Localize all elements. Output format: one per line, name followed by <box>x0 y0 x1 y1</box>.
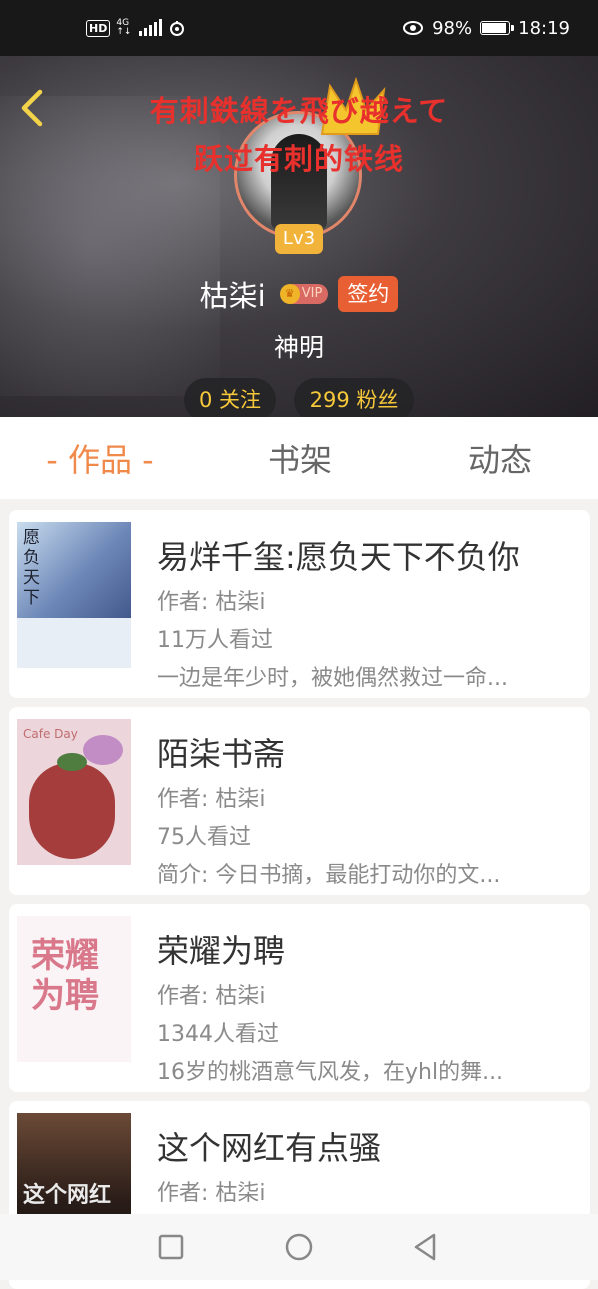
book-summary: 简介: 今日书摘，最能打动你的文... <box>157 863 501 888</box>
book-title: 荣耀为聘 <box>157 932 286 970</box>
book-summary: 一边是年少时，被她偶然救过一命... <box>157 666 508 691</box>
book-views: 11万人看过 <box>157 628 273 653</box>
fans-button[interactable]: 299 粉丝 <box>294 378 414 417</box>
book-author: 作者: 枯柒i <box>157 787 266 812</box>
tab-bookshelf[interactable]: 书架 <box>230 417 370 499</box>
book-card[interactable]: 愿负天下 易烊千玺:愿负天下不负你 作者: 枯柒i 11万人看过 一边是年少时，… <box>9 510 590 698</box>
book-author: 作者: 枯柒i <box>157 984 266 1009</box>
recent-apps-icon[interactable] <box>151 1227 191 1267</box>
book-title: 这个网红有点骚 <box>157 1129 382 1167</box>
signal-icon <box>139 19 163 36</box>
book-title: 陌柒书斋 <box>157 735 286 773</box>
overlay-caption-line2: 跃过有刺的铁线 <box>193 142 404 176</box>
book-cover: 荣耀为聘 <box>17 916 131 1062</box>
home-icon[interactable] <box>279 1227 319 1267</box>
eye-comfort-icon <box>403 21 424 35</box>
book-author: 作者: 枯柒i <box>157 590 266 615</box>
system-nav-bar <box>0 1214 598 1280</box>
tab-works[interactable]: - 作品 - <box>30 417 170 499</box>
cover-text: Cafe Day <box>23 727 78 741</box>
cover-text: 荣耀为聘 <box>31 936 99 1016</box>
tab-bar: - 作品 - 书架 动态 <box>0 417 598 499</box>
cover-text: 这个网红 <box>23 1183 112 1208</box>
user-title: 神明 <box>273 333 324 362</box>
cover-text: 愿负天下 <box>23 528 40 608</box>
nav-back-icon[interactable] <box>406 1227 446 1267</box>
level-badge: Lv3 <box>275 224 323 254</box>
username: 枯柒i <box>199 279 266 313</box>
book-views: 75人看过 <box>157 825 251 850</box>
book-title: 易烊千玺:愿负天下不负你 <box>157 538 520 576</box>
book-author: 作者: 枯柒i <box>157 1181 266 1206</box>
vip-crown-icon: ♛ <box>279 284 300 304</box>
book-cover: Cafe Day <box>17 719 131 865</box>
name-row: 枯柒i ♛ VIP 签约 <box>0 272 598 316</box>
network-type-icon: 4G ↑↓ <box>116 18 132 37</box>
hotspot-icon <box>170 21 185 36</box>
following-button[interactable]: 0 关注 <box>184 378 276 417</box>
signed-badge[interactable]: 签约 <box>338 276 399 312</box>
vip-badge[interactable]: ♛ VIP <box>279 284 329 304</box>
book-card[interactable]: Cafe Day 陌柒书斋 作者: 枯柒i 75人看过 简介: 今日书摘，最能打… <box>9 707 590 895</box>
overlay-caption-line1: 有刺鉄線を飛び越えて <box>149 94 449 128</box>
profile-header: 有刺鉄線を飛び越えて 跃过有刺的铁线 Lv3 枯柒i ♛ VIP 签约 神明 0… <box>0 56 598 417</box>
hd-icon: HD <box>86 19 111 37</box>
clock: 18:19 <box>518 17 570 39</box>
status-left: HD 4G ↑↓ <box>86 0 186 56</box>
tab-activity[interactable]: 动态 <box>430 417 570 499</box>
status-right: 98% 18:19 <box>402 0 570 56</box>
battery-percent: 98% <box>432 17 473 39</box>
book-card[interactable]: 荣耀为聘 荣耀为聘 作者: 枯柒i 1344人看过 16岁的桃酒意气风发，在yh… <box>9 904 590 1092</box>
book-views: 1344人看过 <box>157 1022 279 1047</box>
status-bar: HD 4G ↑↓ 98% 18:19 <box>0 0 598 56</box>
book-cover: 愿负天下 <box>17 522 131 668</box>
book-summary: 16岁的桃酒意气风发，在yhl的舞... <box>157 1060 504 1085</box>
battery-icon <box>480 21 515 35</box>
